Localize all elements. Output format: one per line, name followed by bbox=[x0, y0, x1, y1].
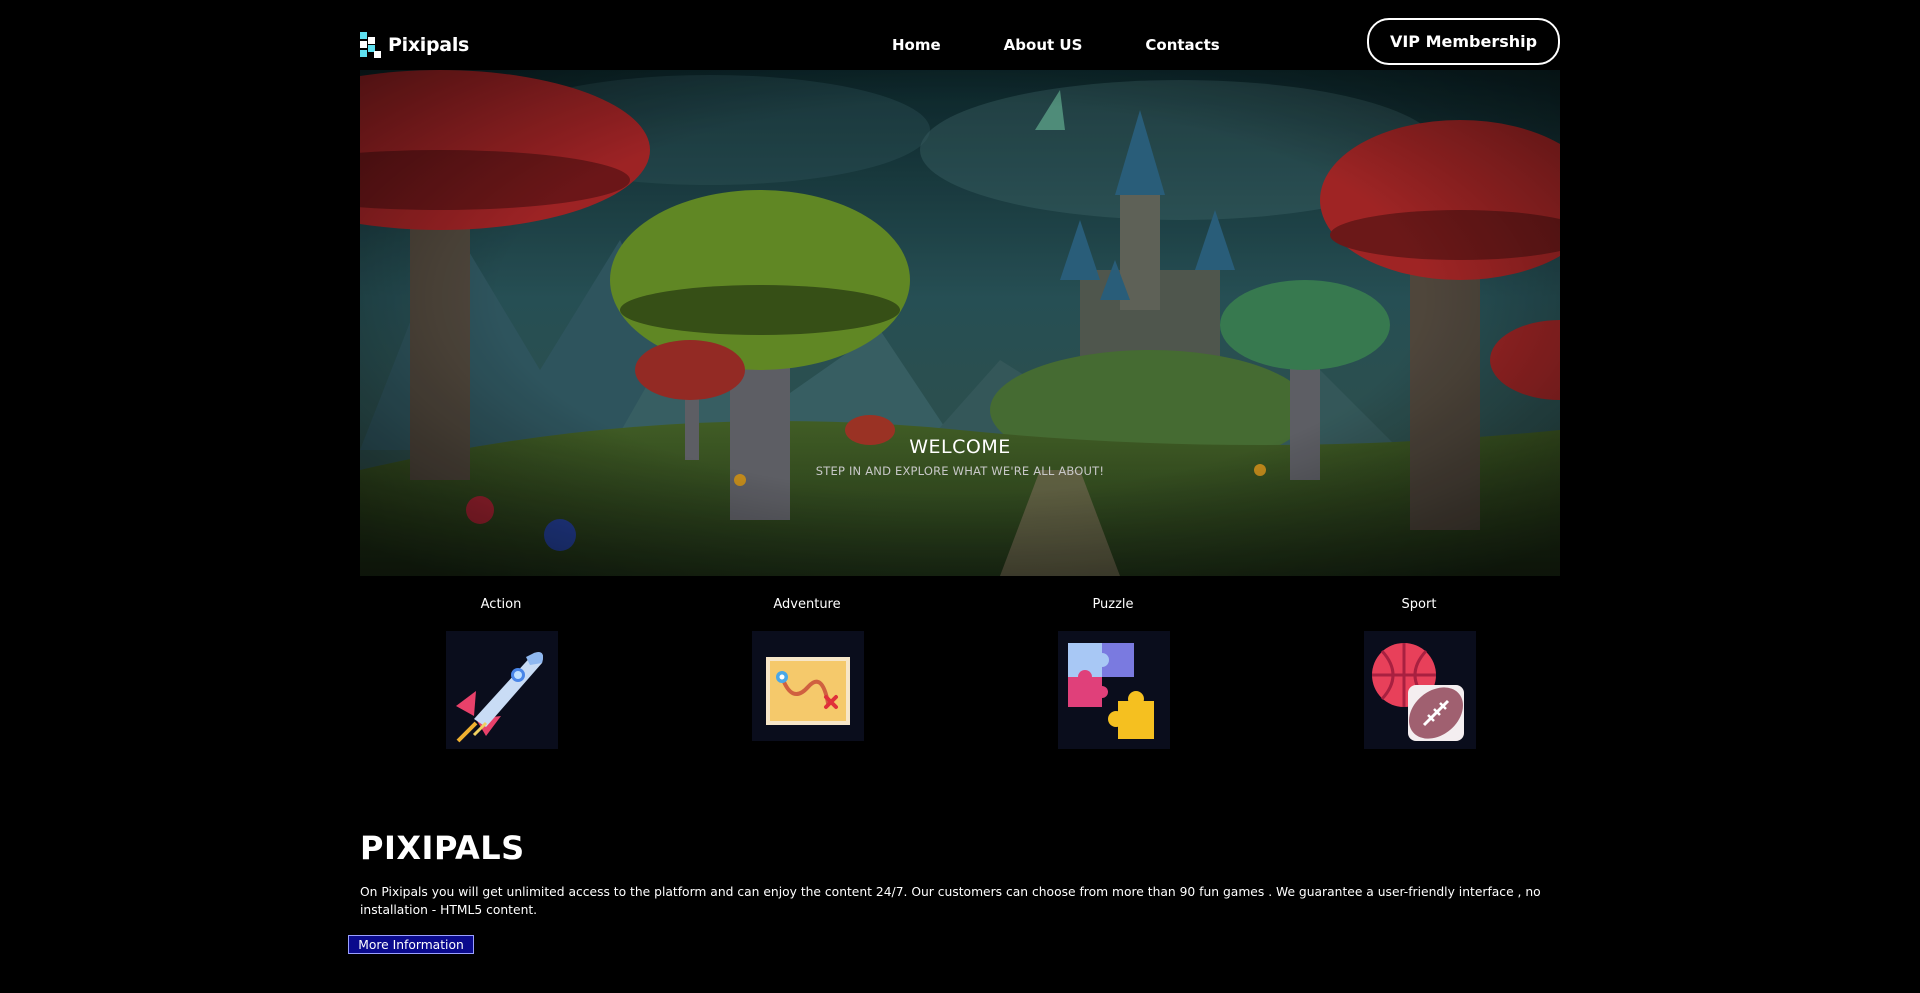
category-puzzle[interactable]: Puzzle bbox=[1013, 597, 1213, 749]
about-description: On Pixipals you will get unlimited acces… bbox=[360, 885, 1541, 917]
nav-home[interactable]: Home bbox=[892, 36, 941, 54]
site-header: Pixipals Home About US Contacts VIP Memb… bbox=[360, 0, 1560, 70]
main-nav: Home About US Contacts bbox=[892, 36, 1220, 54]
hero-title: WELCOME bbox=[909, 436, 1011, 458]
category-adventure[interactable]: Adventure bbox=[707, 597, 907, 741]
category-sport[interactable]: Sport bbox=[1319, 597, 1519, 749]
nav-about-us[interactable]: About US bbox=[1004, 36, 1083, 54]
puzzle-pieces-icon[interactable] bbox=[1058, 631, 1170, 749]
hero-fantasy-landscape-image bbox=[360, 70, 1560, 576]
rocket-icon[interactable] bbox=[446, 631, 558, 749]
nav-contacts[interactable]: Contacts bbox=[1145, 36, 1219, 54]
logo-text: Pixipals bbox=[388, 34, 470, 56]
logo[interactable]: Pixipals bbox=[360, 32, 469, 58]
treasure-map-icon[interactable] bbox=[752, 631, 864, 741]
page: Pixipals Home About US Contacts VIP Memb… bbox=[0, 0, 1920, 993]
category-label: Adventure bbox=[773, 597, 841, 612]
category-label: Action bbox=[480, 597, 522, 612]
hero-banner: WELCOME STEP IN AND EXPLORE WHAT WE'RE A… bbox=[360, 70, 1560, 576]
category-label: Sport bbox=[1401, 597, 1437, 612]
more-information-button[interactable]: More Information bbox=[348, 935, 474, 954]
category-action[interactable]: Action bbox=[401, 597, 601, 749]
sport-balls-icon[interactable] bbox=[1364, 631, 1476, 749]
logo-mark-icon bbox=[360, 32, 382, 58]
hero-subtitle: STEP IN AND EXPLORE WHAT WE'RE ALL ABOUT… bbox=[815, 464, 1105, 478]
vip-membership-button[interactable]: VIP Membership bbox=[1367, 18, 1560, 65]
about-title: PIXIPALS bbox=[360, 829, 525, 867]
category-label: Puzzle bbox=[1092, 597, 1134, 612]
